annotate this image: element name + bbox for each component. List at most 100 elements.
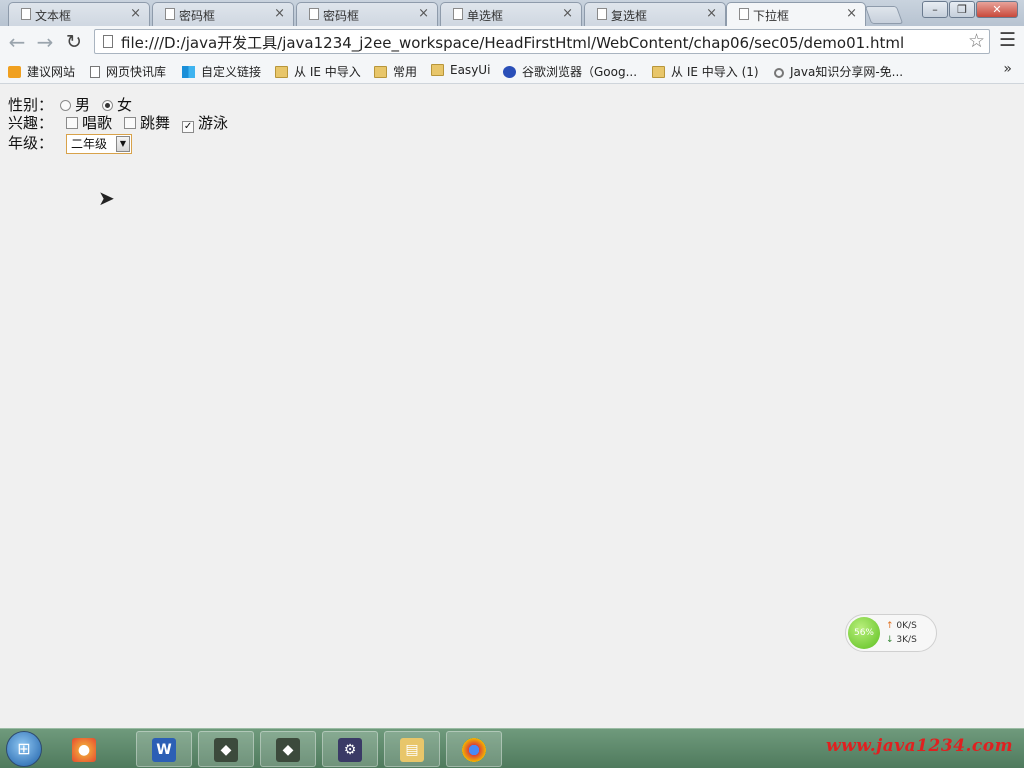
tab-title: 文本框 <box>35 9 72 23</box>
bulb-icon <box>8 66 21 78</box>
radio-button[interactable] <box>102 100 114 111</box>
tab-title: 复选框 <box>611 9 648 23</box>
bookmarks-overflow-icon[interactable]: » <box>1003 61 1012 77</box>
chevron-down-icon[interactable]: ▼ <box>116 135 130 152</box>
checkbox[interactable] <box>66 117 78 129</box>
url-input[interactable] <box>119 31 963 54</box>
download-speed-value: 3K/S <box>896 635 917 645</box>
net-usage-ball: 56% <box>848 617 880 649</box>
browser-toolbar: ← → ↻ ☆ ☰ <box>0 26 1024 58</box>
tab-textbox[interactable]: 文本框 × <box>8 2 150 26</box>
page-icon <box>309 8 319 20</box>
bookmark-label: Java知识分享网-免... <box>790 65 904 79</box>
bookmark-item[interactable]: 从 IE 中导入 <box>275 63 361 80</box>
page-icon <box>165 8 175 20</box>
grade-selected-value: 二年级 <box>71 136 108 151</box>
hobby-label: 兴趣： <box>8 114 54 132</box>
hobby-option-sing[interactable]: 唱歌 <box>66 114 112 132</box>
grade-row: 年级： 二年级 ▼ <box>8 132 132 154</box>
grade-label: 年级： <box>8 134 54 152</box>
mouse-cursor-icon: ➤ <box>98 186 115 210</box>
bookmark-label: 常用 <box>393 65 418 79</box>
page-icon <box>453 8 463 20</box>
reload-icon[interactable]: ↻ <box>62 30 86 54</box>
bookmark-item[interactable]: 从 IE 中导入 (1) <box>652 63 759 80</box>
bookmark-item[interactable]: 谷歌浏览器（Goog... <box>503 63 637 80</box>
tab-dropdown[interactable]: 下拉框 × <box>726 2 866 27</box>
radio-button[interactable] <box>60 100 71 111</box>
taskbar-eclipse-icon[interactable]: ⚙ <box>322 731 378 767</box>
watermark: www.java1234.com <box>826 736 1014 756</box>
windows-icon <box>182 66 195 78</box>
page-content: 性别：男女 兴趣： 唱歌 跳舞 ✓ 游泳 年级： 二年级 ▼ ➤ 56% ↑ 0K/S ↓ … <box>0 84 1024 728</box>
hobby-option-dance[interactable]: 跳舞 <box>124 114 170 132</box>
taskbar-word-icon[interactable]: W <box>136 731 192 767</box>
taskbar-app-icon[interactable]: ● <box>56 731 112 767</box>
tab-checkbox[interactable]: 复选框 × <box>584 2 726 26</box>
checkbox[interactable]: ✓ <box>182 121 195 133</box>
back-arrow-icon[interactable]: ← <box>5 30 29 54</box>
tab-title: 下拉框 <box>753 9 790 23</box>
folder-icon <box>275 66 288 78</box>
bookmark-label: 网页快讯库 <box>106 65 167 79</box>
close-icon[interactable]: × <box>846 6 857 21</box>
close-icon[interactable]: × <box>562 6 573 21</box>
bookmark-item[interactable]: 建议网站 <box>8 63 75 80</box>
new-tab-button[interactable] <box>864 6 904 24</box>
bookmark-item[interactable]: Java知识分享网-免... <box>774 63 903 80</box>
download-speed: ↓ 3K/S <box>886 635 917 645</box>
address-bar[interactable]: ☆ <box>94 29 990 54</box>
taskbar-chrome-icon[interactable] <box>446 731 502 767</box>
bookmark-label: 建议网站 <box>27 65 76 79</box>
folder-icon <box>431 64 444 76</box>
tab-password-2[interactable]: 密码框 × <box>296 2 438 26</box>
option-label: 唱歌 <box>82 114 113 132</box>
restore-icon[interactable]: ❐ <box>949 1 975 18</box>
paw-icon <box>503 66 516 78</box>
close-icon[interactable]: × <box>274 6 285 21</box>
close-icon[interactable]: × <box>418 6 429 21</box>
tab-strip: 文本框 × 密码框 × 密码框 × 单选框 × 复选框 × 下拉框 × – ❐ ✕ <box>0 0 1024 27</box>
taskbar: ⊞ ● W ◆ ◆ ⚙ ▤ www.java1234.com <box>0 728 1024 768</box>
tab-password-1[interactable]: 密码框 × <box>152 2 294 26</box>
taskbar-explorer-icon[interactable]: ▤ <box>384 731 440 767</box>
taskbar-app-icon[interactable]: ◆ <box>198 731 254 767</box>
hobby-row: 兴趣： 唱歌 跳舞 ✓ 游泳 <box>8 112 240 133</box>
gender-row: 性别：男女 <box>8 94 144 114</box>
close-icon[interactable]: × <box>130 6 141 21</box>
taskbar-app-icon[interactable]: ◆ <box>260 731 316 767</box>
bookmarks-bar: 建议网站 网页快讯库 自定义链接 从 IE 中导入 常用 EasyUi 谷歌浏览… <box>0 58 1024 84</box>
option-label: 跳舞 <box>140 114 171 132</box>
bookmark-item[interactable]: 自定义链接 <box>182 63 261 80</box>
bookmark-label: 从 IE 中导入 <box>294 65 361 79</box>
bookmark-star-icon[interactable]: ☆ <box>968 30 985 52</box>
bookmark-item[interactable]: 常用 <box>374 63 417 80</box>
bookmark-label: 自定义链接 <box>201 65 262 79</box>
checkbox[interactable] <box>124 117 137 129</box>
menu-icon[interactable]: ☰ <box>999 29 1016 51</box>
tab-radio[interactable]: 单选框 × <box>440 2 582 26</box>
forward-arrow-icon[interactable]: → <box>33 30 57 54</box>
search-icon <box>774 68 784 78</box>
bookmark-label: EasyUi <box>450 63 491 77</box>
upload-speed-value: 0K/S <box>896 621 917 631</box>
minimize-icon[interactable]: – <box>922 1 948 18</box>
option-label: 游泳 <box>198 114 229 132</box>
window-controls: – ❐ ✕ <box>921 1 1018 19</box>
bookmark-label: 谷歌浏览器（Goog... <box>522 65 638 79</box>
network-speed-widget[interactable]: 56% ↑ 0K/S ↓ 3K/S <box>845 614 937 652</box>
page-icon <box>90 66 100 78</box>
page-icon <box>21 8 31 20</box>
bookmark-label: 从 IE 中导入 (1) <box>671 65 759 79</box>
start-button[interactable]: ⊞ <box>6 731 42 767</box>
close-window-icon[interactable]: ✕ <box>976 1 1018 18</box>
tab-title: 密码框 <box>179 9 216 23</box>
bookmark-item[interactable]: EasyUi <box>431 63 490 77</box>
upload-arrow-icon: ↑ <box>886 621 894 631</box>
close-icon[interactable]: × <box>706 6 717 21</box>
grade-select[interactable]: 二年级 ▼ <box>66 133 132 154</box>
hobby-option-swim[interactable]: ✓ 游泳 <box>182 114 229 133</box>
folder-icon <box>652 66 665 78</box>
bookmark-item[interactable]: 网页快讯库 <box>90 63 166 80</box>
download-arrow-icon: ↓ <box>886 635 894 645</box>
